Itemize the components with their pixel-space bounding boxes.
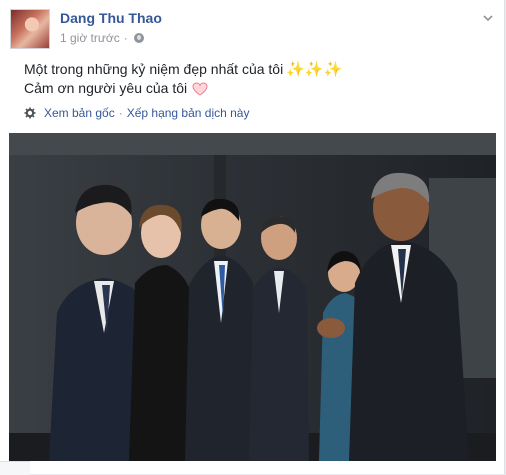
post-card: Dang Thu Thao 1 giờ trước · Một trong nh…	[0, 0, 505, 474]
heart-icon	[192, 81, 208, 96]
rate-translation-link[interactable]: Xếp hạng bản dịch này	[127, 106, 250, 120]
author-avatar[interactable]	[10, 9, 50, 49]
post-text-line-1: Một trong những kỷ niệm đẹp nhất của tôi…	[24, 60, 342, 79]
post-photo[interactable]	[9, 133, 496, 461]
post-meta: 1 giờ trước ·	[60, 31, 144, 45]
post-text-line-1-content: Một trong những kỷ niệm đẹp nhất của tôi	[24, 61, 284, 77]
post-timestamp[interactable]: 1 giờ trước	[60, 31, 120, 45]
translation-bar: Xem bản gốc · Xếp hạng bản dịch này	[24, 106, 249, 120]
footer-edge	[0, 461, 30, 475]
post-text-line-2: Cảm ơn người yêu của tôi	[24, 79, 342, 98]
chevron-down-icon[interactable]	[482, 12, 494, 24]
post-text-line-2-content: Cảm ơn người yêu của tôi	[24, 80, 188, 96]
meta-separator: ·	[123, 31, 128, 45]
see-original-link[interactable]: Xem bản gốc	[44, 106, 115, 120]
photo-illustration	[9, 133, 496, 461]
translation-separator: ·	[118, 106, 123, 120]
globe-icon[interactable]	[133, 33, 144, 43]
sparkles-icon: ✨✨✨	[286, 61, 343, 78]
post-text: Một trong những kỷ niệm đẹp nhất của tôi…	[24, 60, 342, 98]
author-name[interactable]: Dang Thu Thao	[60, 10, 162, 26]
gear-icon[interactable]	[24, 107, 36, 119]
